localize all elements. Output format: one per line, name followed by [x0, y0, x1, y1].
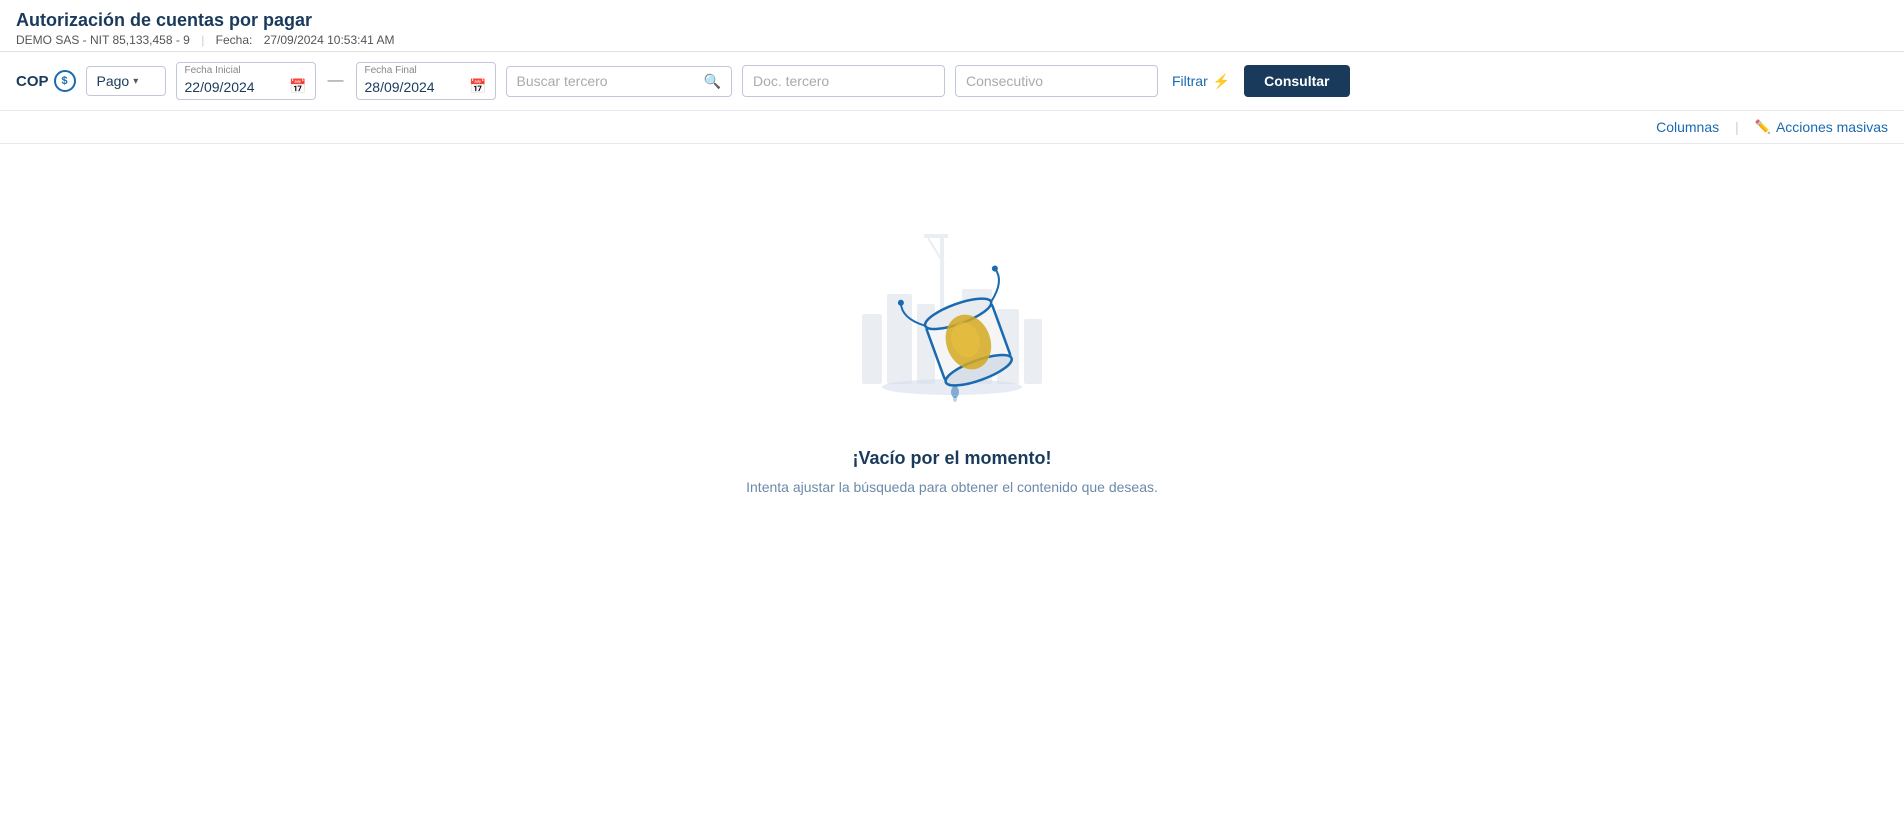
currency-selector[interactable]: COP $ — [16, 70, 76, 92]
fecha-final-value: 28/09/2024 — [365, 79, 435, 95]
pencil-icon: ✏️ — [1755, 119, 1771, 135]
empty-subtitle: Intenta ajustar la búsqueda para obtener… — [746, 479, 1158, 495]
consultar-button[interactable]: Consultar — [1244, 65, 1349, 97]
filtrar-label: Filtrar — [1172, 73, 1208, 89]
chevron-down-icon: ▾ — [133, 76, 138, 87]
date-range-separator: — — [326, 72, 346, 90]
empty-illustration — [832, 204, 1072, 424]
page-header: Autorización de cuentas por pagar DEMO S… — [0, 0, 1904, 52]
pago-dropdown[interactable]: Pago ▾ — [86, 66, 166, 96]
buscar-tercero-input[interactable] — [517, 73, 698, 89]
fecha-final-label: Fecha Final — [365, 65, 487, 76]
currency-icon: $ — [54, 70, 76, 92]
fecha-inicial-value: 22/09/2024 — [185, 79, 255, 95]
calendar-icon-2[interactable]: 📅 — [469, 78, 486, 95]
date-value: 27/09/2024 10:53:41 AM — [264, 33, 395, 47]
consecutivo-input[interactable] — [955, 65, 1158, 97]
action-bar: Columnas | ✏️ Acciones masivas — [0, 111, 1904, 144]
pago-label: Pago — [97, 73, 130, 89]
currency-label: COP — [16, 73, 49, 90]
doc-tercero-input[interactable] — [742, 65, 945, 97]
empty-title: ¡Vacío por el momento! — [852, 448, 1051, 469]
calendar-icon[interactable]: 📅 — [289, 78, 306, 95]
columns-button[interactable]: Columnas — [1656, 119, 1719, 135]
consultar-label: Consultar — [1264, 73, 1329, 89]
page-title: Autorización de cuentas por pagar — [16, 10, 1888, 31]
acciones-masivas-button[interactable]: ✏️ Acciones masivas — [1755, 119, 1888, 135]
search-icon: 🔍 — [704, 73, 721, 90]
fecha-inicial-label: Fecha Inicial — [185, 65, 307, 76]
empty-state: ¡Vacío por el momento! Intenta ajustar l… — [0, 144, 1904, 535]
fecha-inicial-field[interactable]: Fecha Inicial 22/09/2024 📅 — [176, 62, 316, 100]
filtrar-button[interactable]: Filtrar ⚡ — [1168, 67, 1234, 96]
acciones-label: Acciones masivas — [1776, 119, 1888, 135]
fecha-final-field[interactable]: Fecha Final 28/09/2024 📅 — [356, 62, 496, 100]
date-label: Fecha: — [216, 33, 253, 47]
buscar-tercero-field[interactable]: 🔍 — [506, 66, 732, 97]
action-bar-divider: | — [1735, 119, 1739, 135]
toolbar: COP $ Pago ▾ Fecha Inicial 22/09/2024 📅 … — [0, 52, 1904, 111]
header-divider: | — [201, 33, 204, 47]
header-subtitle: DEMO SAS - NIT 85,133,458 - 9 | Fecha: 2… — [16, 33, 1888, 47]
company-name: DEMO SAS - NIT 85,133,458 - 9 — [16, 33, 190, 47]
columns-label: Columnas — [1656, 119, 1719, 135]
filter-icon: ⚡ — [1213, 73, 1230, 90]
